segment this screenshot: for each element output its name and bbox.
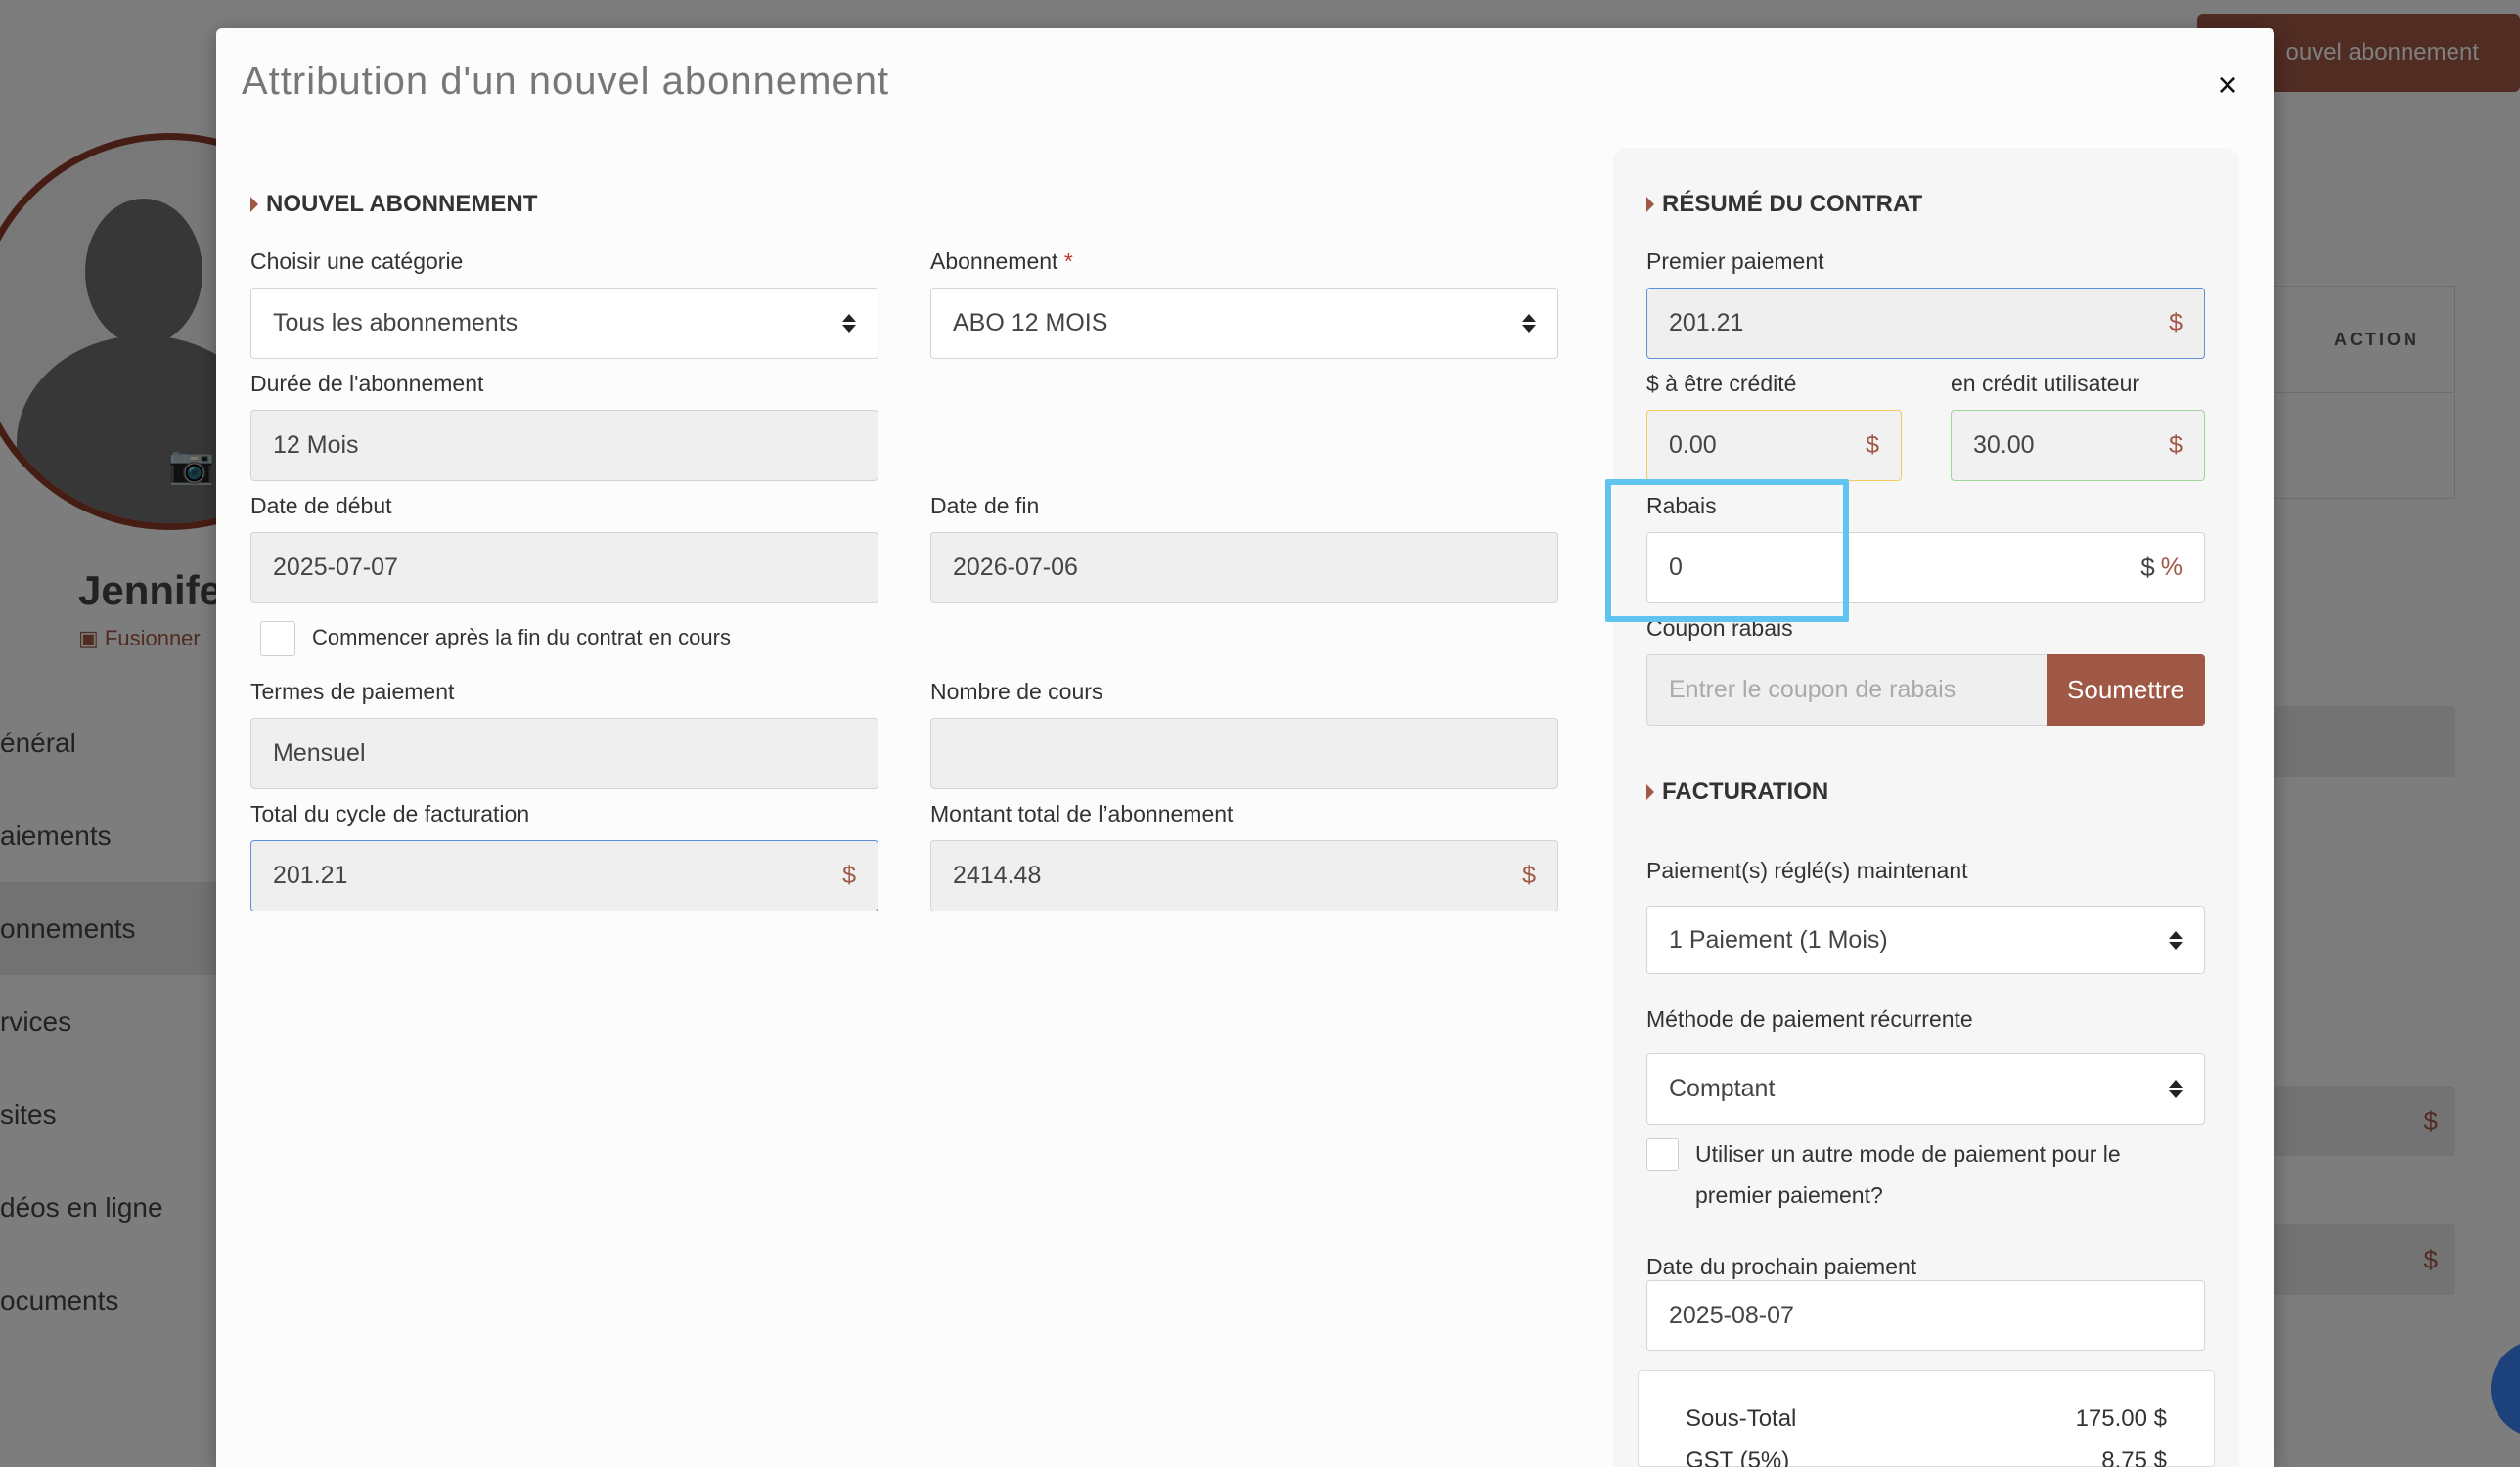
new-subscription-modal: Attribution d'un nouvel abonnement × NOU… [216, 28, 2274, 1467]
start-date-value: 2025-07-07 [273, 554, 398, 581]
payment-terms-label: Termes de paiement [250, 679, 455, 704]
payments-now-value: 1 Paiement (1 Mois) [1669, 925, 1888, 954]
payments-now-select[interactable]: 1 Paiement (1 Mois) [1646, 906, 2205, 974]
next-payment-field[interactable]: 2025-08-07 [1646, 1280, 2205, 1351]
end-date-field: 2026-07-06 [930, 532, 1558, 603]
next-payment-value: 2025-08-07 [1669, 1301, 1794, 1329]
coupon-placeholder: Entrer le coupon de rabais [1669, 676, 1957, 703]
user-credit-field: 30.00 $ [1951, 410, 2205, 481]
subscription-select-value: ABO 12 MOIS [953, 309, 1108, 336]
dollar-icon: $ [2169, 431, 2182, 459]
subtotal-label: Sous-Total [1686, 1405, 1797, 1432]
section-billing-title: FACTURATION [1662, 778, 1829, 805]
billing-cycle-total-field[interactable]: 201.21 $ [250, 840, 878, 911]
totals-card: Sous-Total 175.00 $ GST (5%) 8.75 $ [1638, 1370, 2215, 1467]
duration-value: 12 Mois [273, 431, 359, 459]
other-method-checkbox[interactable] [1646, 1138, 1679, 1171]
to-be-credited-value: 0.00 [1669, 431, 1717, 459]
dollar-icon: $ [842, 862, 856, 889]
course-count-field [930, 718, 1558, 789]
payment-terms-field: Mensuel [250, 718, 878, 789]
select-arrows-icon [2169, 930, 2182, 950]
category-label: Choisir une catégorie [250, 248, 464, 274]
gst-row: GST (5%) 8.75 $ [1686, 1447, 2167, 1467]
first-payment-value: 201.21 [1669, 309, 1744, 336]
caret-right-icon [1646, 784, 1654, 800]
start-date-field: 2025-07-07 [250, 532, 878, 603]
subscription-total-field: 2414.48 $ [930, 840, 1558, 911]
start-date-label: Date de début [250, 493, 392, 518]
discount-dollar-toggle[interactable]: $ [2140, 553, 2154, 583]
dollar-icon: $ [2169, 309, 2182, 336]
discount-highlight-box [1605, 479, 1849, 622]
subscription-select[interactable]: ABO 12 MOIS [930, 288, 1558, 359]
section-new-subscription: NOUVEL ABONNEMENT [250, 191, 537, 218]
next-payment-label: Date du prochain paiement [1646, 1254, 1917, 1279]
required-asterisk: * [1063, 248, 1073, 274]
recurring-method-value: Comptant [1669, 1075, 1776, 1102]
select-arrows-icon [842, 314, 856, 333]
other-method-label-line1: Utiliser un autre mode de paiement pour … [1695, 1141, 2121, 1167]
subscription-total-value: 2414.48 [953, 862, 1042, 889]
user-credit-value: 30.00 [1973, 431, 2035, 459]
subscription-total-label: Montant total de l’abonnement [930, 801, 1234, 826]
subtotal-row: Sous-Total 175.00 $ [1686, 1405, 2167, 1433]
billing-cycle-total-value: 201.21 [273, 862, 348, 889]
caret-right-icon [1646, 197, 1654, 212]
modal-title: Attribution d'un nouvel abonnement [242, 60, 890, 103]
duration-label: Durée de l'abonnement [250, 371, 484, 396]
gst-label: GST (5%) [1686, 1447, 1790, 1467]
category-select[interactable]: Tous les abonnements [250, 288, 878, 359]
subscription-label: Abonnement * [930, 248, 1073, 275]
section-contract-summary: RÉSUMÉ DU CONTRAT [1646, 191, 1922, 218]
recurring-method-select[interactable]: Comptant [1646, 1053, 2205, 1125]
select-arrows-icon [2169, 1080, 2182, 1098]
dollar-icon: $ [1866, 431, 1879, 459]
to-be-credited-label: $ à être crédité [1646, 371, 1797, 396]
coupon-input[interactable]: Entrer le coupon de rabais [1646, 654, 2048, 726]
start-after-label: Commencer après la fin du contrat en cou… [312, 625, 731, 649]
first-payment-field[interactable]: 201.21 $ [1646, 288, 2205, 359]
discount-percent-toggle[interactable]: % [2161, 554, 2182, 582]
subscription-label-text: Abonnement [930, 248, 1058, 274]
billing-cycle-total-label: Total du cycle de facturation [250, 801, 530, 826]
section-new-subscription-title: NOUVEL ABONNEMENT [266, 191, 538, 217]
subtotal-value: 175.00 $ [2075, 1405, 2167, 1432]
payments-now-label: Paiement(s) réglé(s) maintenant [1646, 858, 1968, 883]
section-billing: FACTURATION [1646, 778, 1828, 806]
user-credit-label: en crédit utilisateur [1951, 371, 2140, 396]
category-select-value: Tous les abonnements [273, 309, 518, 336]
first-payment-label: Premier paiement [1646, 248, 1824, 274]
close-icon[interactable]: × [2208, 66, 2247, 105]
other-method-label-line2: premier paiement? [1695, 1182, 1883, 1208]
payment-terms-value: Mensuel [273, 739, 366, 767]
recurring-method-label: Méthode de paiement récurrente [1646, 1006, 1973, 1032]
end-date-label: Date de fin [930, 493, 1040, 518]
start-after-checkbox[interactable] [260, 621, 295, 656]
course-count-label: Nombre de cours [930, 679, 1103, 704]
section-contract-summary-title: RÉSUMÉ DU CONTRAT [1662, 191, 1923, 217]
dollar-icon: $ [1522, 862, 1536, 889]
to-be-credited-field[interactable]: 0.00 $ [1646, 410, 1902, 481]
duration-field: 12 Mois [250, 410, 878, 481]
caret-right-icon [250, 197, 258, 212]
gst-value: 8.75 $ [2101, 1447, 2167, 1467]
coupon-submit-button[interactable]: Soumettre [2047, 654, 2205, 726]
select-arrows-icon [1522, 314, 1536, 333]
end-date-value: 2026-07-06 [953, 554, 1078, 581]
